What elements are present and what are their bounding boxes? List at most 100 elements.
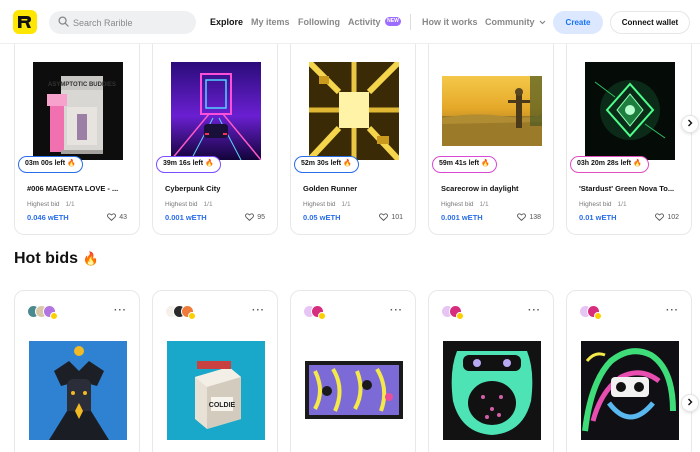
like-button[interactable]: 101 xyxy=(379,213,403,221)
nft-artwork-hot-bid[interactable] xyxy=(29,341,127,440)
auction-card[interactable]: 39m 16s left 🔥 Cyberpunk City Highest bi… xyxy=(152,38,278,235)
svg-text:ASYMPTOTIC BUDDIES: ASYMPTOTIC BUDDIES xyxy=(48,82,116,88)
nft-title[interactable]: Scarecrow in daylight xyxy=(441,184,549,193)
highest-bid-label: Highest bid xyxy=(303,201,336,208)
auction-timer: 03m 00s left 🔥 xyxy=(18,156,83,173)
hot-bid-card[interactable]: ··· COLDIE xyxy=(152,290,278,452)
bid-info: Highest bid 1/1 xyxy=(27,201,75,208)
more-options-button[interactable]: ··· xyxy=(390,305,403,316)
chevron-right-icon xyxy=(688,398,693,406)
top-navigation-bar: Explore My items Following Activity NEW … xyxy=(0,0,700,44)
nft-artwork-hot-bid[interactable] xyxy=(443,341,541,440)
bid-info: Highest bid 1/1 xyxy=(303,201,351,208)
nft-title[interactable]: 'Stardust' Green Nova To... xyxy=(579,184,687,193)
nft-title[interactable]: #006 MAGENTA LOVE - ... xyxy=(27,184,135,193)
hot-bids-title: Hot bids xyxy=(14,250,78,267)
nft-artwork-cyberpunk-city[interactable] xyxy=(171,62,261,160)
bid-price: 0.001 wETH xyxy=(441,213,483,222)
edition-count: 1/1 xyxy=(341,201,351,208)
heart-icon xyxy=(245,213,255,221)
like-count: 95 xyxy=(257,213,265,221)
nft-artwork-hot-bid[interactable] xyxy=(305,361,403,419)
next-arrow-button[interactable] xyxy=(681,115,699,133)
svg-text:COLDIE: COLDIE xyxy=(209,402,236,409)
more-options-button[interactable]: ··· xyxy=(528,305,541,316)
search-icon xyxy=(58,16,69,27)
fire-icon: 🔥 xyxy=(205,160,214,167)
edition-count: 1/1 xyxy=(617,201,627,208)
like-count: 101 xyxy=(391,213,403,221)
nav-my-items[interactable]: My items xyxy=(251,17,290,27)
search-bar[interactable] xyxy=(49,11,196,34)
highest-bid-label: Highest bid xyxy=(579,201,612,208)
nav-explore[interactable]: Explore xyxy=(210,17,243,27)
hot-bid-card[interactable]: ··· xyxy=(290,290,416,452)
like-count: 138 xyxy=(529,213,541,221)
hot-bid-card[interactable]: ··· xyxy=(566,290,692,452)
nav-how-it-works[interactable]: How it works xyxy=(422,17,478,27)
like-button[interactable]: 102 xyxy=(655,213,679,221)
connect-wallet-button[interactable]: Connect wallet xyxy=(610,11,690,34)
nft-artwork-scarecrow[interactable] xyxy=(442,76,542,146)
create-button[interactable]: Create xyxy=(553,11,603,34)
auction-card[interactable]: ASYMPTOTIC BUDDIES 03m 00s left 🔥 #006 M… xyxy=(14,38,140,235)
bid-price: 0.046 wETH xyxy=(27,213,69,222)
rarible-logo-icon xyxy=(18,16,31,28)
highest-bid-label: Highest bid xyxy=(441,201,474,208)
timer-text: 59m 41s left xyxy=(439,160,480,167)
edition-count: 1/1 xyxy=(479,201,489,208)
auction-timer: 03h 20m 28s left 🔥 xyxy=(570,156,649,173)
timer-text: 52m 30s left xyxy=(301,160,342,167)
avatar[interactable] xyxy=(181,305,196,320)
heart-icon xyxy=(379,213,389,221)
nft-title[interactable]: Cyberpunk City xyxy=(165,184,273,193)
bid-info: Highest bid 1/1 xyxy=(441,201,489,208)
nft-artwork-golden-runner[interactable] xyxy=(309,62,399,160)
heart-icon xyxy=(517,213,527,221)
bid-price: 0.01 wETH xyxy=(579,213,617,222)
nav-community[interactable]: Community xyxy=(485,17,546,27)
nav-following[interactable]: Following xyxy=(298,17,340,27)
edition-count: 1/1 xyxy=(203,201,213,208)
search-input[interactable] xyxy=(73,11,191,34)
like-count: 102 xyxy=(667,213,679,221)
nft-artwork-hot-bid[interactable]: COLDIE xyxy=(167,341,265,440)
next-arrow-button[interactable] xyxy=(681,394,699,412)
heart-icon xyxy=(655,213,665,221)
auction-card[interactable]: 59m 41s left 🔥 Scarecrow in daylight Hig… xyxy=(428,38,554,235)
more-options-button[interactable]: ··· xyxy=(252,305,265,316)
auction-timer: 39m 16s left 🔥 xyxy=(156,156,221,173)
nft-title[interactable]: Golden Runner xyxy=(303,184,411,193)
hot-bid-card[interactable]: ··· xyxy=(428,290,554,452)
edition-count: 1/1 xyxy=(65,201,75,208)
avatar[interactable] xyxy=(587,305,602,320)
like-button[interactable]: 43 xyxy=(107,213,127,221)
avatar[interactable] xyxy=(449,305,464,320)
auction-timer: 59m 41s left 🔥 xyxy=(432,156,497,173)
nav-activity[interactable]: Activity xyxy=(348,17,381,27)
bid-price: 0.001 wETH xyxy=(165,213,207,222)
hot-bid-card[interactable]: ··· xyxy=(14,290,140,452)
auction-card[interactable]: 03h 20m 28s left 🔥 'Stardust' Green Nova… xyxy=(566,38,692,235)
fire-icon: 🔥 xyxy=(82,251,99,266)
highest-bid-label: Highest bid xyxy=(27,201,60,208)
chevron-down-icon xyxy=(539,20,546,25)
more-options-button[interactable]: ··· xyxy=(114,305,127,316)
like-button[interactable]: 95 xyxy=(245,213,265,221)
nft-artwork-magenta-love[interactable]: ASYMPTOTIC BUDDIES xyxy=(33,62,123,160)
chevron-right-icon xyxy=(688,119,693,127)
avatar[interactable] xyxy=(311,305,326,320)
heart-icon xyxy=(107,213,117,221)
rarible-logo[interactable] xyxy=(13,10,37,34)
auction-card[interactable]: 52m 30s left 🔥 Golden Runner Highest bid… xyxy=(290,38,416,235)
fire-icon: 🔥 xyxy=(633,160,642,167)
nft-artwork-hot-bid[interactable] xyxy=(581,341,679,440)
nft-artwork-stardust-green-nova[interactable] xyxy=(585,62,675,160)
bid-info: Highest bid 1/1 xyxy=(165,201,213,208)
avatar[interactable] xyxy=(43,305,58,320)
fire-icon: 🔥 xyxy=(481,160,490,167)
new-badge: NEW xyxy=(385,17,401,26)
like-button[interactable]: 138 xyxy=(517,213,541,221)
fire-icon: 🔥 xyxy=(343,160,352,167)
more-options-button[interactable]: ··· xyxy=(666,305,679,316)
